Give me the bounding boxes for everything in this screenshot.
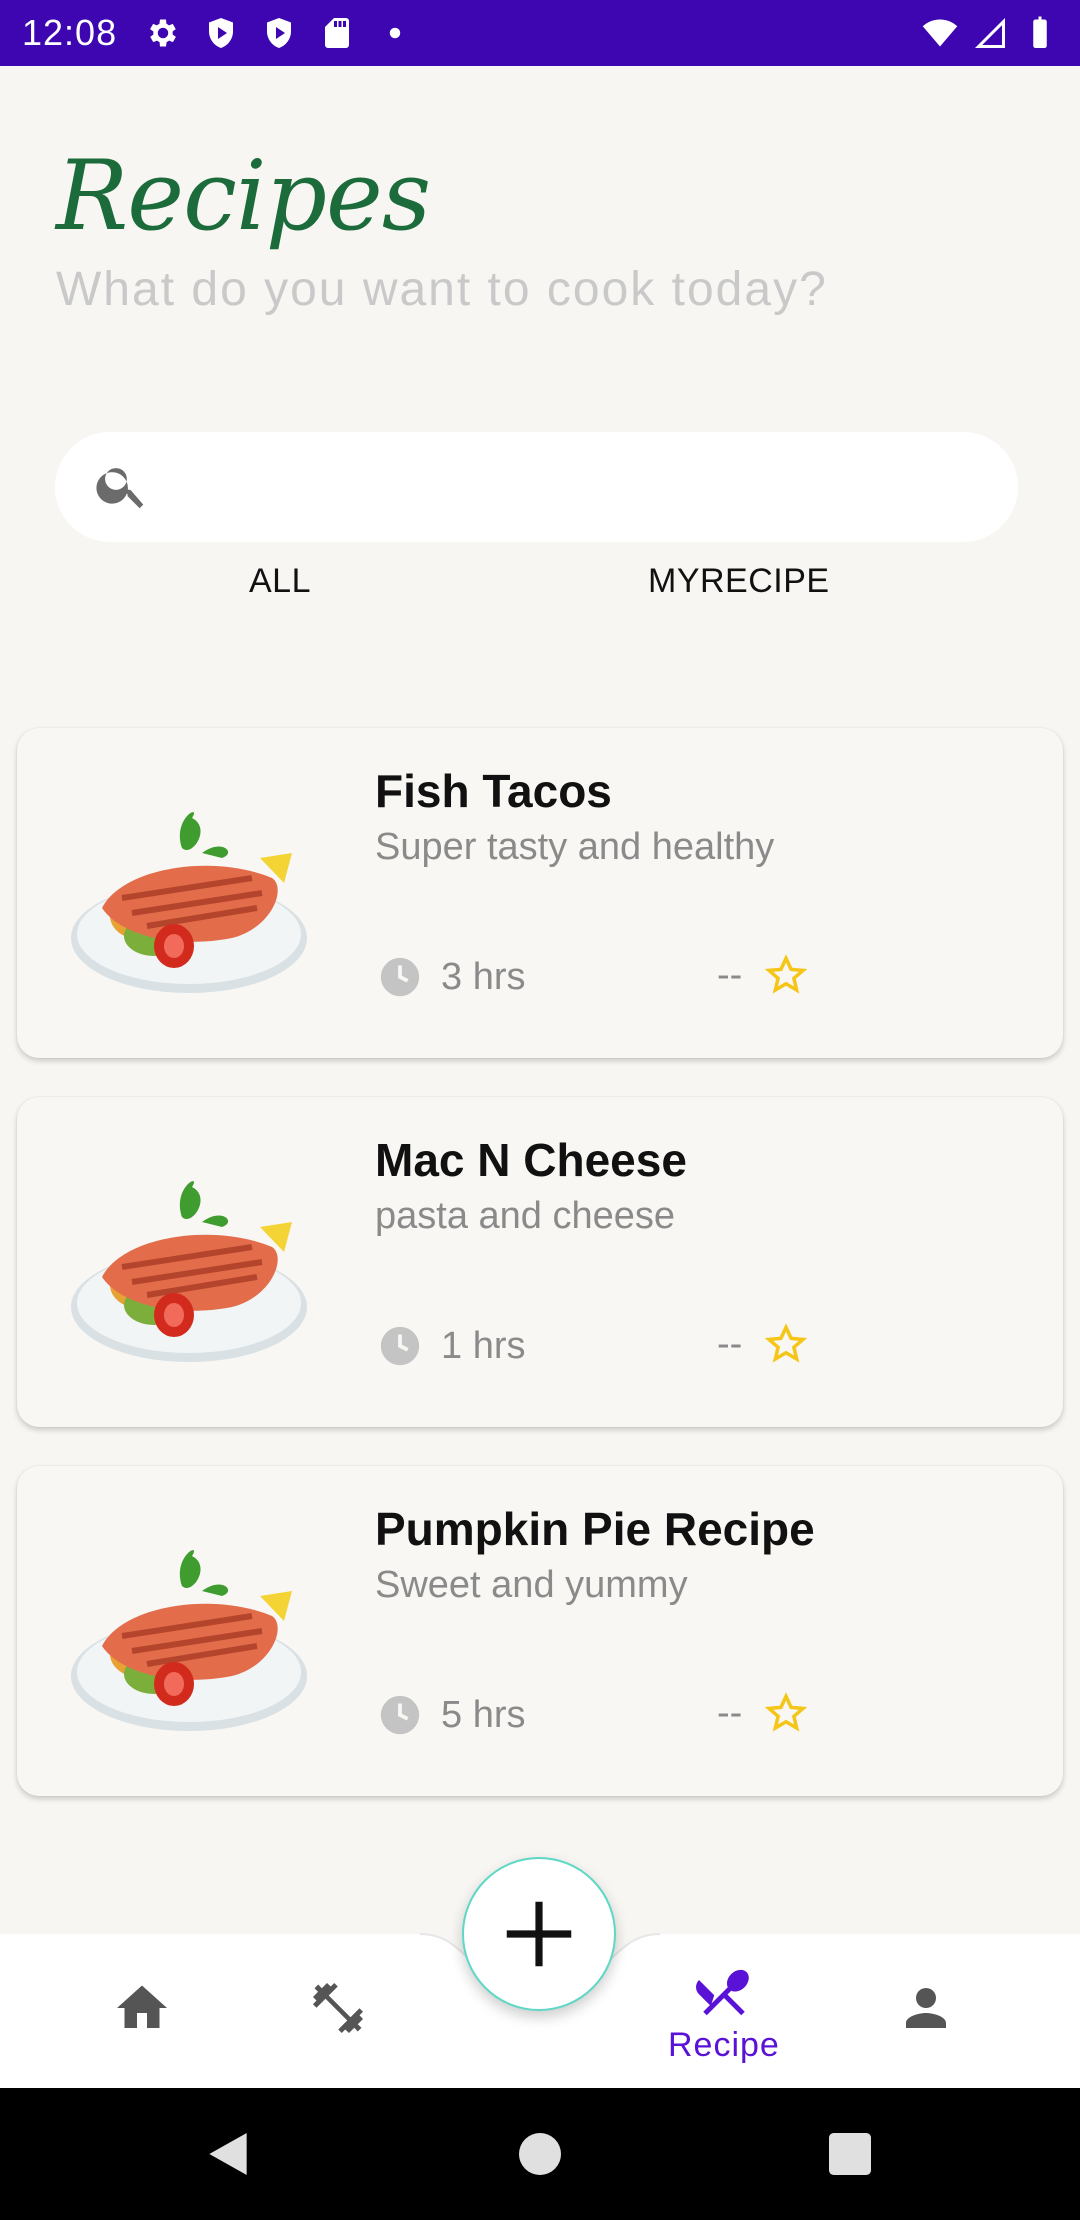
recipe-rating: -- <box>717 1692 743 1734</box>
recents-icon[interactable] <box>822 2126 878 2182</box>
recipe-time: 3 hrs <box>441 956 526 998</box>
search-bar[interactable] <box>55 432 1018 542</box>
recipe-description: Super tasty and healthy <box>375 826 775 868</box>
battery-icon <box>1022 15 1058 51</box>
clock-icon <box>380 1326 420 1366</box>
recipe-card[interactable]: Mac N Cheese pasta and cheese 1 hrs -- <box>17 1097 1063 1427</box>
dot-icon <box>377 15 413 51</box>
shield-icon <box>203 15 239 51</box>
recipe-card[interactable]: Fish Tacos Super tasty and healthy 3 hrs… <box>17 728 1063 1058</box>
star-icon[interactable] <box>765 1323 807 1365</box>
nav-recipe[interactable]: Recipe <box>668 1962 780 2065</box>
tab-myrecipe[interactable]: MYRECIPE <box>648 562 830 601</box>
nav-home[interactable] <box>112 1978 172 2038</box>
fork-knife-icon <box>695 1969 749 2016</box>
nav-fitness[interactable] <box>308 1978 368 2038</box>
tab-all[interactable]: ALL <box>249 562 311 601</box>
dumbbell-icon <box>313 1983 363 2033</box>
recipe-title: Fish Tacos <box>375 765 612 817</box>
person-icon <box>906 1988 946 2028</box>
clock-icon <box>380 1695 420 1735</box>
home-icon <box>117 1985 167 2028</box>
recipe-rating: -- <box>717 954 743 996</box>
page-title: Recipes <box>56 140 431 252</box>
recipe-time: 5 hrs <box>441 1694 526 1736</box>
status-icons-right <box>922 15 1058 51</box>
food-image <box>71 1181 307 1362</box>
page-subtitle: What do you want to cook today? <box>56 263 828 316</box>
recipe-time: 1 hrs <box>441 1325 526 1367</box>
search-icon[interactable] <box>93 456 151 519</box>
recipe-title: Pumpkin Pie Recipe <box>375 1503 815 1555</box>
sd-card-icon <box>319 15 355 51</box>
status-bar: 12:08 <box>0 0 1080 66</box>
shield-icon <box>261 15 297 51</box>
star-icon[interactable] <box>765 1692 807 1734</box>
home-circle-icon[interactable] <box>512 2126 568 2182</box>
signal-icon <box>972 15 1008 51</box>
food-image <box>71 812 307 993</box>
star-icon[interactable] <box>765 954 807 996</box>
recipe-description: Sweet and yummy <box>375 1564 688 1606</box>
add-recipe-button[interactable] <box>462 1857 616 2011</box>
nav-profile[interactable] <box>896 1978 956 2038</box>
back-icon[interactable] <box>200 2126 256 2182</box>
search-input[interactable] <box>175 447 1018 527</box>
recipe-title: Mac N Cheese <box>375 1134 687 1186</box>
wifi-icon <box>922 15 958 51</box>
food-image <box>71 1550 307 1731</box>
clock-icon <box>380 957 420 997</box>
status-icons-left <box>145 15 413 51</box>
recipe-description: pasta and cheese <box>375 1195 676 1237</box>
recipe-rating: -- <box>717 1323 743 1365</box>
plus-icon <box>506 1901 572 1967</box>
status-time: 12:08 <box>22 12 118 53</box>
system-navigation-bar <box>0 2088 1080 2220</box>
recipe-card[interactable]: Pumpkin Pie Recipe Sweet and yummy 5 hrs… <box>17 1466 1063 1796</box>
settings-icon <box>145 15 181 51</box>
nav-recipe-label: Recipe <box>668 2026 780 2064</box>
